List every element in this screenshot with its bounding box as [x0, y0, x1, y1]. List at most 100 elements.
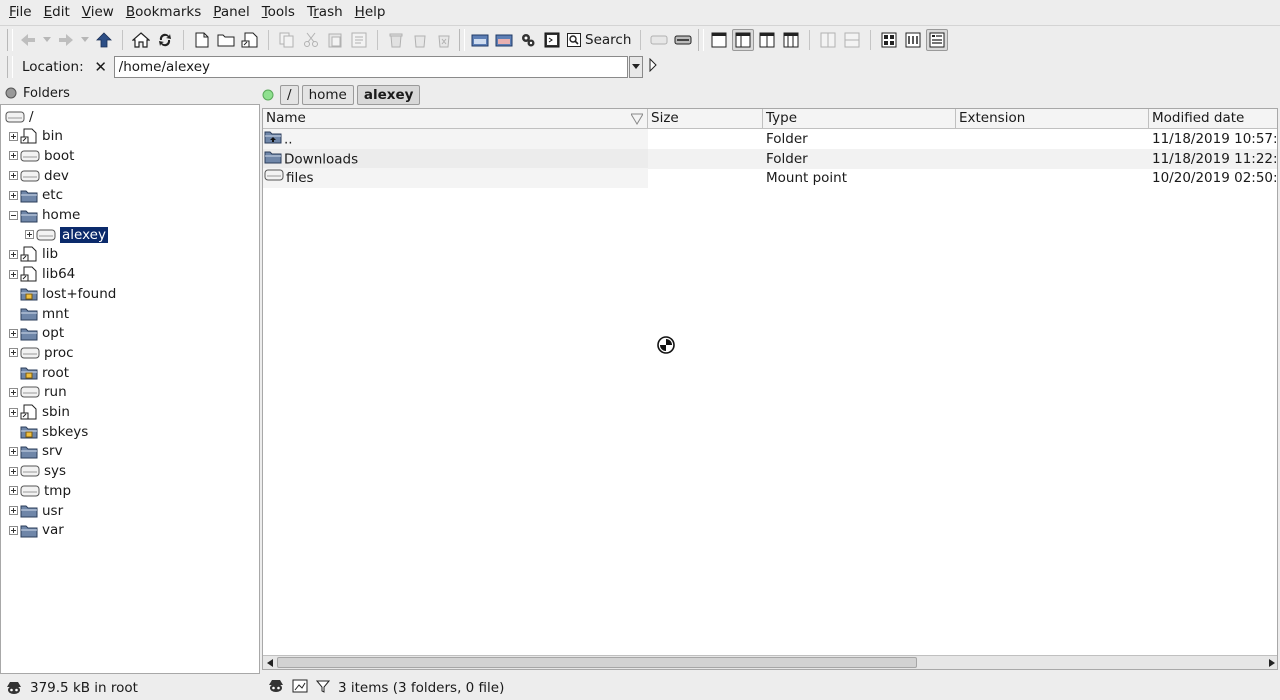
scroll-left-arrow[interactable] [264, 657, 276, 668]
tree-item[interactable]: etc [9, 186, 63, 205]
thumbnails-icon[interactable] [292, 679, 308, 697]
home-folder-button[interactable] [493, 29, 515, 51]
expand-icon[interactable] [9, 269, 18, 279]
name-column-header[interactable]: Name [263, 109, 648, 129]
menu-bookmarks[interactable]: Bookmarks [120, 0, 207, 24]
expand-icon[interactable] [9, 506, 18, 515]
expand-icon[interactable] [9, 131, 18, 141]
copy-button[interactable] [276, 29, 298, 51]
menu-edit[interactable]: Edit [38, 0, 76, 24]
breadcrumb-segment[interactable]: alexey [356, 85, 421, 105]
unmount-button[interactable] [672, 29, 694, 51]
filter-icon[interactable] [315, 679, 331, 697]
menu-panel[interactable]: Panel [207, 0, 255, 24]
tree-item[interactable]: sbin [9, 403, 70, 422]
expand-icon[interactable] [9, 446, 18, 456]
mask-icon[interactable] [268, 679, 284, 697]
tree-item[interactable]: srv [9, 442, 63, 461]
tree-item[interactable]: lost+found [9, 284, 116, 303]
expand-icon[interactable] [9, 387, 18, 397]
tree-panel-button[interactable] [732, 28, 755, 51]
tree-item[interactable]: bin [9, 127, 63, 146]
clear-location-button[interactable]: ✕ [92, 58, 110, 76]
trash-button[interactable] [385, 29, 407, 51]
tree-item[interactable]: / [5, 107, 34, 126]
tree-item[interactable]: dev [9, 166, 69, 185]
tree-two-panels-button[interactable] [780, 29, 802, 51]
detailed-view-button[interactable] [926, 28, 949, 51]
expand-icon[interactable] [9, 190, 18, 200]
mount-button[interactable] [648, 29, 670, 51]
two-panels-button[interactable] [756, 29, 778, 51]
menu-trash[interactable]: Trash [301, 0, 349, 24]
menu-tools[interactable]: Tools [256, 0, 301, 24]
collapse-icon[interactable] [9, 210, 18, 220]
expand-icon[interactable] [9, 525, 18, 535]
expand-icon[interactable] [9, 249, 18, 259]
expand-icon[interactable] [9, 348, 18, 358]
search-button[interactable]: Search [564, 29, 634, 51]
modified-column-header[interactable]: Modified date [1149, 109, 1277, 129]
new-symlink-button[interactable] [239, 29, 261, 51]
back-history-button[interactable] [41, 29, 53, 51]
expand-icon[interactable] [9, 151, 18, 161]
root-folder-button[interactable] [469, 29, 491, 51]
table-row[interactable]: .. Folder 11/18/2019 10:57:21 [263, 129, 1277, 149]
size-column-header[interactable]: Size [648, 109, 763, 129]
tree-item[interactable]: proc [9, 343, 74, 362]
tree-item[interactable]: boot [9, 146, 74, 165]
delete-button[interactable] [433, 29, 455, 51]
menu-view[interactable]: View [76, 0, 120, 24]
one-panel-button[interactable] [708, 29, 730, 51]
table-row[interactable]: Downloads Folder 11/18/2019 11:22:35 [263, 148, 1277, 169]
new-folder-button[interactable] [215, 29, 237, 51]
forward-history-button[interactable] [79, 29, 91, 51]
restore-button[interactable] [409, 29, 431, 51]
gear-icon[interactable] [517, 29, 539, 51]
terminal-button[interactable] [541, 29, 563, 51]
forward-button[interactable] [55, 29, 77, 51]
up-button[interactable] [93, 29, 115, 51]
expand-icon[interactable] [9, 171, 18, 181]
extension-column-header[interactable]: Extension [956, 109, 1149, 129]
folder-tree[interactable]: / bin boot dev etc home alexey lib lib64 lost+fou… [0, 104, 260, 674]
tree-item[interactable]: root [9, 363, 69, 382]
tree-item[interactable]: home [9, 206, 80, 225]
tree-item[interactable]: sys [9, 462, 66, 481]
scroll-thumb[interactable] [277, 657, 917, 668]
menu-help[interactable]: Help [349, 0, 392, 24]
toolbar-grip[interactable] [698, 28, 705, 51]
type-column-header[interactable]: Type [763, 109, 956, 129]
tree-item[interactable]: alexey [25, 225, 108, 244]
tree-item[interactable]: sbkeys [9, 422, 88, 441]
tree-item[interactable]: tmp [9, 481, 71, 500]
expand-icon[interactable] [9, 407, 18, 417]
home-button[interactable] [130, 29, 152, 51]
expand-icon[interactable] [9, 466, 18, 476]
menu-file[interactable]: File [3, 0, 38, 24]
tree-item[interactable]: run [9, 383, 67, 402]
location-history-dropdown[interactable] [628, 56, 643, 78]
go-button[interactable] [649, 57, 657, 76]
tree-item[interactable]: opt [9, 324, 64, 343]
back-button[interactable] [17, 29, 39, 51]
expand-icon[interactable] [9, 328, 18, 338]
breadcrumb-segment[interactable]: home [301, 85, 354, 105]
mini-icons-button[interactable] [902, 29, 924, 51]
horizontal-scrollbar[interactable] [263, 655, 1277, 669]
tree-item[interactable]: lib64 [9, 265, 75, 284]
tree-item[interactable]: var [9, 521, 64, 540]
new-file-button[interactable] [191, 29, 213, 51]
tree-item[interactable]: usr [9, 501, 63, 520]
properties-button[interactable] [348, 29, 370, 51]
file-list[interactable]: Name Size Type Extension Modified date.. Fold… [262, 108, 1278, 670]
breadcrumb-segment[interactable]: / [280, 85, 299, 105]
expand-icon[interactable] [9, 486, 18, 496]
tree-item[interactable]: lib [9, 245, 58, 264]
refresh-button[interactable] [154, 29, 176, 51]
toolbar-grip[interactable] [7, 56, 13, 78]
horizontal-split-button[interactable] [841, 29, 863, 51]
tree-item[interactable]: mnt [9, 304, 69, 323]
cut-button[interactable] [300, 29, 322, 51]
scroll-right-arrow[interactable] [1266, 657, 1277, 668]
